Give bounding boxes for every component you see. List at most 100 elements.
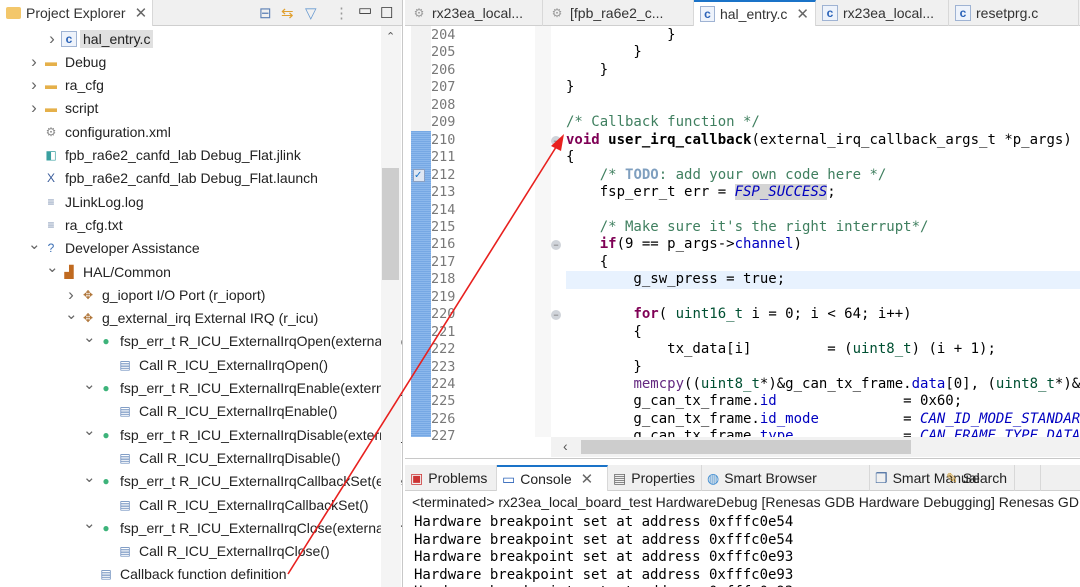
tree-item[interactable]: › ✥ g_ioport I/O Port (r_ioport) <box>0 283 380 306</box>
c-file-icon: c <box>955 5 971 21</box>
bottom-tab-console[interactable]: ▭ Console ✕ <box>497 465 608 491</box>
chevron-down-icon[interactable]: ⌄ <box>83 468 96 486</box>
close-icon[interactable]: ✕ <box>796 5 809 23</box>
tree-item[interactable]: ⌄ ● fsp_err_t R_ICU_ExternalIrqDisable(ext… <box>0 421 402 446</box>
tree-item[interactable]: ⌄ ● fsp_err_t R_ICU_ExternalIrqOpen(extern… <box>0 328 402 353</box>
bottom-tab-smart-browser[interactable]: ◍ Smart Browser <box>702 465 870 491</box>
tree-item[interactable]: ≡ JLinkLog.log <box>0 190 380 213</box>
tree-item[interactable]: ◧ fpb_ra6e2_canfd_lab Debug_Flat.jlink <box>0 144 380 167</box>
editor-tab[interactable]: c hal_entry.c ✕ <box>694 0 816 26</box>
chevron-right-icon[interactable]: › <box>28 52 40 72</box>
line-number: 215 <box>431 218 456 235</box>
text-file-icon: ≡ <box>47 194 55 209</box>
tree-item[interactable]: ▤ Call R_ICU_ExternalIrqOpen() <box>0 353 380 376</box>
tree-item[interactable]: › c hal_entry.c <box>0 27 380 50</box>
code-token: } <box>566 44 642 61</box>
module-icon: ✥ <box>82 311 94 326</box>
tree-item[interactable]: › ▬ Debug <box>0 50 380 73</box>
tree-item-label: Debug <box>65 53 107 70</box>
code-token: CAN_FRAME_TYPE_DATA <box>920 428 1080 437</box>
chevron-down-icon[interactable]: ⌄ <box>83 375 96 393</box>
function-dot-icon: ● <box>102 381 110 395</box>
project-explorer-panel: Project Explorer ✕ ⊟ ⇆ ▽ ⋮ ▭ ☐ › c hal_ent… <box>0 0 403 587</box>
scroll-left-icon[interactable]: ‹ <box>563 438 568 454</box>
tree-item-label: Call R_ICU_ExternalIrqOpen() <box>139 356 329 373</box>
code-area[interactable]: } } }} /* Callback function */void user_i… <box>566 26 1080 437</box>
bottom-tab-problems[interactable]: ▣ Problems <box>405 465 497 491</box>
code-line: } <box>566 359 1080 376</box>
close-icon[interactable]: ✕ <box>135 4 148 22</box>
maximize-icon[interactable]: ☐ <box>380 4 393 22</box>
chevron-right-icon[interactable]: › <box>28 98 40 118</box>
editor-tab[interactable]: ⚙ [fpb_ra6e2_c... <box>543 0 694 26</box>
tree-item[interactable]: ▤ Callback function definition <box>0 563 380 586</box>
fold-toggle-icon[interactable]: − <box>551 310 561 321</box>
tab-project-explorer[interactable]: Project Explorer ✕ <box>0 0 153 26</box>
tree-item[interactable]: ▤ Call R_ICU_ExternalIrqCallbackSet() <box>0 493 380 516</box>
chevron-right-icon[interactable]: › <box>28 75 40 95</box>
code-line: g_sw_press = true; <box>566 271 1080 289</box>
chevron-down-icon[interactable]: ⌄ <box>83 328 96 346</box>
help-icon: ? <box>47 241 55 256</box>
code-token: id <box>759 393 777 410</box>
code-line: for( uint16_t i = 0; i < 64; i++) <box>566 306 1080 323</box>
tree-item[interactable]: ⌄ ● fsp_err_t R_ICU_ExternalIrqCallbackSet… <box>0 468 402 493</box>
bottom-tab-search[interactable]: ✎ Search <box>941 465 1015 491</box>
code-snippet-icon: ▤ <box>100 567 112 582</box>
chevron-down-icon[interactable]: ⌄ <box>83 421 96 439</box>
tree-item[interactable]: ▤ Call R_ICU_ExternalIrqDisable() <box>0 446 380 469</box>
tree-item[interactable]: › ▬ ra_cfg <box>0 74 380 97</box>
console-line: Hardware breakpoint set at address 0xfff… <box>414 531 794 548</box>
scroll-up-icon[interactable]: ⌃ <box>386 30 395 43</box>
editor-tab[interactable]: c rx23ea_local... <box>816 0 949 26</box>
chevron-down-icon[interactable]: ⌄ <box>28 235 41 253</box>
editor-tab[interactable]: c resetprg.c <box>949 0 1079 26</box>
editor-tab[interactable]: ⚙ rx23ea_local... <box>405 0 543 26</box>
code-token: FSP_SUCCESS <box>734 184 828 201</box>
tree-item[interactable]: ⌄ ● fsp_err_t R_ICU_ExternalIrqClose(exter… <box>0 514 402 539</box>
fold-toggle-icon[interactable]: − <box>551 240 561 251</box>
filter-icon[interactable]: ▽ <box>305 4 317 22</box>
chevron-right-icon[interactable]: › <box>46 29 58 49</box>
code-token: i = 0; i < 64; i++) <box>743 306 912 323</box>
tree-item[interactable]: ⌄ ✥ g_external_irq External IRQ (r_icu) <box>0 305 380 330</box>
close-icon[interactable]: ✕ <box>581 470 594 488</box>
scrollbar-thumb[interactable] <box>382 168 399 280</box>
tree-item[interactable]: ⌄? Developer Assistance <box>0 235 380 260</box>
chevron-right-icon[interactable]: › <box>65 285 77 305</box>
smart-manual-icon: ❐ <box>875 469 888 486</box>
tree-item-label: fsp_err_t R_ICU_ExternalIrqEnable(extern… <box>120 380 402 396</box>
tree-item[interactable]: Xfpb_ra6e2_canfd_lab Debug_Flat.launch <box>0 167 380 190</box>
chevron-down-icon[interactable]: ⌄ <box>46 258 59 276</box>
code-snippet-icon: ▤ <box>119 450 131 465</box>
link-with-editor-icon[interactable]: ⇆ <box>281 4 294 22</box>
tree-item-label: g_external_irq External IRQ (r_icu) <box>102 310 319 327</box>
scrollbar-thumb[interactable] <box>581 440 911 454</box>
code-token: (( <box>684 376 701 392</box>
code-line: } <box>566 27 1080 44</box>
code-snippet-icon: ▤ <box>119 544 131 559</box>
chevron-down-icon[interactable]: ⌄ <box>83 514 96 532</box>
tree-item[interactable]: › ▬ script <box>0 97 380 120</box>
tree-item[interactable]: ▤ Call R_ICU_ExternalIrqEnable() <box>0 400 380 423</box>
editor-horizontal-scrollbar[interactable]: ‹ <box>551 437 1080 457</box>
chevron-down-icon[interactable]: ⌄ <box>65 305 78 323</box>
code-token: g_can_tx_frame. <box>566 410 760 427</box>
tree-item[interactable]: ▤ Call R_ICU_ExternalIrqClose() <box>0 540 380 563</box>
code-token: = 0x60; <box>776 393 963 410</box>
fold-toggle-icon[interactable]: − <box>551 135 561 146</box>
bottom-tab-properties[interactable]: ▤ Properties <box>608 465 702 491</box>
minimize-icon[interactable]: ▭ <box>358 1 372 19</box>
tab-label: Project Explorer <box>26 5 126 21</box>
project-tree: › c hal_entry.c › ▬ Debug › ▬ ra_cfg › ▬ script ⚙ con… <box>0 26 402 587</box>
tree-item[interactable]: ⌄ ▟ HAL/Common <box>0 258 380 283</box>
tree-item[interactable]: ≡ ra_cfg.txt <box>0 213 380 236</box>
code-editor: ⚙ rx23ea_local... ⚙ [fpb_ra6e2_c... c hal_ent… <box>405 0 1080 458</box>
code-token: data <box>911 376 946 392</box>
collapse-all-icon[interactable]: ⊟ <box>259 4 272 22</box>
tree-item[interactable]: ⚙ configuration.xml <box>0 120 380 143</box>
tree-vertical-scrollbar[interactable]: ⌃ <box>381 26 401 587</box>
tree-item[interactable]: ⌄ ● fsp_err_t R_ICU_ExternalIrqEnable(exte… <box>0 375 402 400</box>
view-menu-icon[interactable]: ⋮ <box>334 4 349 22</box>
